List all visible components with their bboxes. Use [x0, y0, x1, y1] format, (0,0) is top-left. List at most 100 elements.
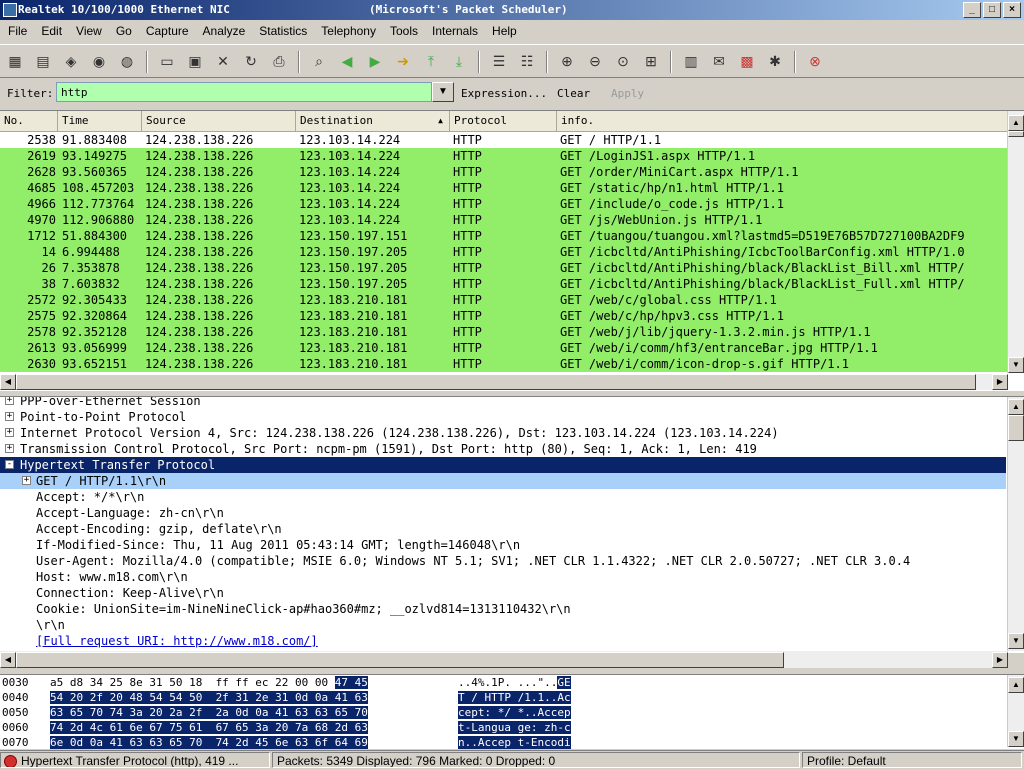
- menu-analyze[interactable]: Analyze: [195, 20, 252, 38]
- help-icon[interactable]: ⊗: [804, 51, 826, 71]
- find-packet-icon[interactable]: ⌕: [308, 51, 330, 71]
- detail-row[interactable]: \r\n: [0, 617, 1006, 633]
- col-header-time[interactable]: Time: [58, 111, 142, 131]
- packet-row[interactable]: 38 7.603832 124.238.138.226 123.150.197.205…: [0, 276, 1008, 292]
- resize-columns-icon[interactable]: ⊞: [640, 51, 662, 71]
- options-icon[interactable]: ▤: [32, 51, 54, 71]
- byte-hex[interactable]: 74 2d 4c 61 6e 67 75 61 67 65 3a 20 7a 6…: [50, 720, 368, 736]
- menu-file[interactable]: File: [0, 20, 33, 38]
- go-forward-icon[interactable]: ▶: [364, 51, 386, 71]
- packet-row[interactable]: 1712 51.884300 124.238.138.226 123.150.197.…: [0, 228, 1008, 244]
- packet-row[interactable]: 2628 93.560365 124.238.138.226 123.103.14.2…: [0, 164, 1008, 180]
- stop-capture-icon[interactable]: ◉: [88, 51, 110, 71]
- scroll-right-arrow-icon[interactable]: ▶: [992, 652, 1008, 668]
- packet-row[interactable]: 2613 93.056999 124.238.138.226 123.183.210.…: [0, 340, 1008, 356]
- scroll-up-arrow-icon[interactable]: ▲: [1008, 115, 1024, 131]
- menu-help[interactable]: Help: [484, 20, 523, 38]
- detail-row[interactable]: + Transmission Control Protocol, Src Port…: [0, 441, 1006, 457]
- detail-row[interactable]: If-Modified-Since: Thu, 11 Aug 2011 05:4…: [0, 537, 1006, 553]
- packet-row[interactable]: 2619 93.149275 124.238.138.226 123.103.14.2…: [0, 148, 1008, 164]
- packet-row[interactable]: 2575 92.320864 124.238.138.226 123.183.210.…: [0, 308, 1008, 324]
- capture-filters-icon[interactable]: ▥: [680, 51, 702, 71]
- packet-row[interactable]: 2630 93.652151 124.238.138.226 123.183.210.…: [0, 356, 1008, 372]
- detail-row[interactable]: Connection: Keep-Alive\r\n: [0, 585, 1006, 601]
- packet-row[interactable]: 2538 91.883408 124.238.138.226 123.103.14.2…: [0, 132, 1008, 148]
- expand-icon[interactable]: +: [5, 428, 14, 437]
- menu-telephony[interactable]: Telephony: [313, 20, 382, 38]
- filter-input[interactable]: [56, 82, 432, 102]
- menu-statistics[interactable]: Statistics: [251, 20, 313, 38]
- expand-icon[interactable]: +: [5, 397, 14, 405]
- scroll-down-arrow-icon[interactable]: ▼: [1008, 357, 1024, 373]
- packet-row[interactable]: 14 6.994488 124.238.138.226 123.150.197.205…: [0, 244, 1008, 260]
- collapse-icon[interactable]: -: [5, 460, 14, 469]
- bytes-vscroll[interactable]: ▲ ▼: [1007, 675, 1024, 747]
- detail-row[interactable]: Host: www.m18.com\r\n: [0, 569, 1006, 585]
- details-vscroll[interactable]: ▲ ▼: [1007, 397, 1024, 651]
- menu-go[interactable]: Go: [108, 20, 138, 38]
- byte-ascii[interactable]: T / HTTP /1.1..Ac: [458, 690, 571, 706]
- detail-row[interactable]: Accept-Language: zh-cn\r\n: [0, 505, 1006, 521]
- filter-dropdown-button[interactable]: ▼: [432, 82, 454, 102]
- packet-row[interactable]: 4970 112.906880 124.238.138.226 123.103.14.…: [0, 212, 1008, 228]
- zoom-in-icon[interactable]: ⊕: [556, 51, 578, 71]
- packet-row[interactable]: 2572 92.305433 124.238.138.226 123.183.210.…: [0, 292, 1008, 308]
- start-capture-icon[interactable]: ◈: [60, 51, 82, 71]
- packet-list-hscroll[interactable]: ◀ ▶: [0, 374, 1008, 390]
- go-back-icon[interactable]: ◀: [336, 51, 358, 71]
- col-header-destination[interactable]: Destination ▲: [296, 111, 450, 131]
- byte-ascii[interactable]: cept: */ *..Accep: [458, 705, 571, 721]
- detail-row[interactable]: User-Agent: Mozilla/4.0 (compatible; MSI…: [0, 553, 1006, 569]
- colorize-icon[interactable]: ☰: [488, 51, 510, 71]
- hscroll-thumb[interactable]: [16, 652, 784, 668]
- packet-row[interactable]: 26 7.353878 124.238.138.226 123.150.197.205…: [0, 260, 1008, 276]
- zoom-normal-icon[interactable]: ⊙: [612, 51, 634, 71]
- scroll-up-arrow-icon[interactable]: ▲: [1008, 399, 1024, 415]
- status-profile[interactable]: Profile: Default: [802, 752, 1022, 768]
- scroll-down-arrow-icon[interactable]: ▼: [1008, 731, 1024, 747]
- vscroll-thumb[interactable]: [1008, 415, 1024, 441]
- menu-internals[interactable]: Internals: [424, 20, 484, 38]
- col-header-no[interactable]: No.: [0, 111, 58, 131]
- expand-icon[interactable]: +: [22, 476, 31, 485]
- go-first-icon[interactable]: ⤒: [420, 51, 442, 71]
- expression-button[interactable]: Expression...: [461, 87, 547, 100]
- byte-ascii[interactable]: ..4%.1P. ..."..GE: [458, 675, 571, 691]
- detail-row[interactable]: + GET / HTTP/1.1\r\n: [0, 473, 1006, 489]
- restart-capture-icon[interactable]: ◍: [116, 51, 138, 71]
- detail-row[interactable]: + Point-to-Point Protocol: [0, 409, 1006, 425]
- col-header-protocol[interactable]: Protocol: [450, 111, 557, 131]
- expand-icon[interactable]: +: [5, 412, 14, 421]
- packet-row[interactable]: 2578 92.352128 124.238.138.226 123.183.210.…: [0, 324, 1008, 340]
- coloring-rules-icon[interactable]: ▩: [736, 51, 758, 71]
- byte-ascii[interactable]: n..Accep t-Encodi: [458, 735, 571, 749]
- detail-row[interactable]: Cookie: UnionSite=im-NineNineClick-ap#ha…: [0, 601, 1006, 617]
- packet-row[interactable]: 4685 108.457203 124.238.138.226 123.103.14.…: [0, 180, 1008, 196]
- auto-scroll-icon[interactable]: ☷: [516, 51, 538, 71]
- packet-list-vscroll[interactable]: ▲ ▼: [1007, 111, 1024, 373]
- go-to-packet-icon[interactable]: ➔: [392, 51, 414, 71]
- close-file-icon[interactable]: ✕: [212, 51, 234, 71]
- clear-button[interactable]: Clear: [557, 87, 590, 100]
- zoom-out-icon[interactable]: ⊖: [584, 51, 606, 71]
- detail-row[interactable]: Accept: */*\r\n: [0, 489, 1006, 505]
- details-hscroll-bar[interactable]: ◀ ▶: [0, 652, 1008, 668]
- vscroll-thumb[interactable]: [1008, 131, 1024, 137]
- menu-tools[interactable]: Tools: [382, 20, 424, 38]
- detail-row[interactable]: Accept-Encoding: gzip, deflate\r\n: [0, 521, 1006, 537]
- col-header-info[interactable]: info.: [557, 111, 1008, 131]
- col-header-source[interactable]: Source: [142, 111, 296, 131]
- scroll-right-arrow-icon[interactable]: ▶: [992, 374, 1008, 390]
- expand-icon[interactable]: +: [5, 444, 14, 453]
- apply-button[interactable]: Apply: [611, 87, 644, 100]
- detail-row[interactable]: - Hypertext Transfer Protocol: [0, 457, 1006, 473]
- open-file-icon[interactable]: ▭: [156, 51, 178, 71]
- save-file-icon[interactable]: ▣: [184, 51, 206, 71]
- minimize-button[interactable]: _: [963, 2, 981, 18]
- byte-hex[interactable]: a5 d8 34 25 8e 31 50 18 ff ff ec 22 00 0…: [50, 675, 368, 691]
- expert-info-icon[interactable]: [4, 755, 17, 767]
- display-filters-icon[interactable]: ✉: [708, 51, 730, 71]
- scroll-up-arrow-icon[interactable]: ▲: [1008, 677, 1024, 693]
- interfaces-icon[interactable]: ▦: [4, 51, 26, 71]
- menu-edit[interactable]: Edit: [33, 20, 68, 38]
